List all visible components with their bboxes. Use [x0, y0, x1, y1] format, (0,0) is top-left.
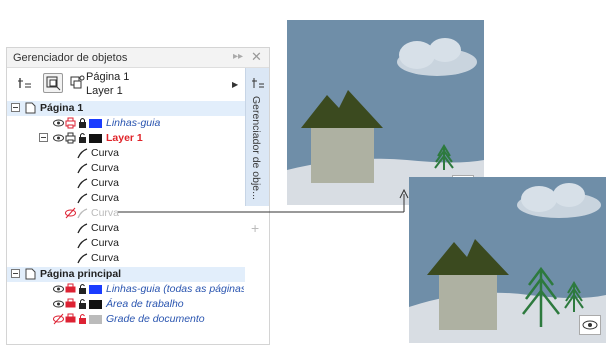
- tree-row-curve-hidden[interactable]: Curva: [7, 206, 245, 221]
- properties-icon: [18, 78, 31, 88]
- tree-row-desktop[interactable]: Área de trabalho: [7, 297, 245, 312]
- page-icon: [25, 268, 36, 280]
- curve-label: Curva: [91, 222, 120, 234]
- master-guides-label: Linhas-guia (todas as páginas): [106, 283, 244, 295]
- layer1-color-swatch: [89, 134, 102, 143]
- eye-icon[interactable]: [53, 132, 64, 144]
- curve-icon: [77, 238, 88, 249]
- new-layer-icon: [70, 75, 85, 89]
- grid-label: Grade de documento: [106, 313, 205, 325]
- tree-row-curve[interactable]: Curva: [7, 236, 245, 251]
- curve-label: Curva: [91, 252, 120, 264]
- printer-icon[interactable]: [65, 283, 76, 295]
- layer1-label: Layer 1: [106, 132, 143, 144]
- eye-icon[interactable]: [53, 283, 64, 295]
- tree-row-curve[interactable]: Curva: [7, 161, 245, 176]
- scene-all-visible: [409, 177, 606, 343]
- panel-title: Gerenciador de objetos: [13, 52, 128, 64]
- curve-icon: [77, 253, 88, 264]
- curve-label: Curva: [91, 192, 120, 204]
- eye-icon: [582, 320, 598, 330]
- panel-toolbar: Página 1 Layer 1 ▶: [7, 68, 245, 100]
- curve-label: Curva: [91, 177, 120, 189]
- curve-icon: [77, 163, 88, 174]
- tree-row-guides[interactable]: Linhas-guia: [7, 116, 245, 131]
- current-layer-label: Layer 1: [86, 85, 123, 97]
- tree-row-curve[interactable]: Curva: [7, 221, 245, 236]
- curve-icon: [77, 223, 88, 234]
- new-layer-button[interactable]: [67, 73, 87, 93]
- eye-icon[interactable]: [53, 298, 64, 310]
- eye-icon[interactable]: [53, 117, 64, 129]
- tree-row-curve[interactable]: Curva: [7, 251, 245, 266]
- add-docker-icon[interactable]: +: [251, 220, 259, 236]
- curve-label: Curva: [91, 237, 120, 249]
- expand-icon[interactable]: [11, 103, 20, 112]
- tree-row-page1[interactable]: Página 1: [7, 101, 245, 116]
- printer-icon[interactable]: [65, 298, 76, 310]
- scene-illustration: [409, 183, 606, 343]
- tree-row-curve[interactable]: Curva: [7, 176, 245, 191]
- side-tab-label: Gerenciador de obje...: [250, 96, 262, 200]
- page1-label: Página 1: [40, 102, 84, 114]
- curve-icon: [77, 148, 88, 159]
- curve-icon: [77, 193, 88, 204]
- side-docker-tab[interactable]: Gerenciador de obje...: [245, 68, 269, 206]
- close-icon[interactable]: ✕: [251, 49, 262, 65]
- curve-label: Curva: [91, 162, 120, 174]
- printer-icon[interactable]: [65, 132, 76, 144]
- eye-hidden-icon[interactable]: [65, 207, 76, 219]
- layer-manager-view-button[interactable]: [43, 73, 63, 93]
- lock-icon[interactable]: [77, 313, 88, 325]
- master-guides-color-swatch: [89, 285, 102, 294]
- tree-row-curve[interactable]: Curva: [7, 146, 245, 161]
- printer-icon[interactable]: [65, 313, 76, 325]
- tree-row-layer1[interactable]: Layer 1: [7, 131, 245, 146]
- tree-row-grid[interactable]: Grade de documento: [7, 312, 245, 327]
- object-manager-panel: Gerenciador de objetos ▸▸ ✕ Página 1 Lay…: [6, 47, 270, 345]
- page-icon: [25, 102, 36, 114]
- desktop-color-swatch: [89, 300, 102, 309]
- lock-icon[interactable]: [77, 117, 88, 129]
- lock-icon[interactable]: [77, 298, 88, 310]
- curve-icon: [77, 178, 88, 189]
- guides-label: Linhas-guia: [106, 117, 161, 129]
- tree-row-master-page[interactable]: Página principal: [7, 267, 245, 282]
- grid-color-swatch: [89, 315, 102, 324]
- master-page-label: Página principal: [40, 268, 122, 280]
- tree-row-master-guides[interactable]: Linhas-guia (todas as páginas): [7, 282, 245, 297]
- eye-visible-indicator: [579, 315, 601, 335]
- curve-icon: [77, 208, 88, 219]
- eye-hidden-icon[interactable]: [53, 313, 64, 325]
- expand-icon[interactable]: [11, 269, 20, 278]
- double-chevron-right-icon[interactable]: ▸▸: [233, 51, 243, 62]
- guides-color-swatch: [89, 119, 102, 128]
- desktop-label: Área de trabalho: [106, 298, 184, 310]
- curve-label: Curva: [91, 147, 120, 159]
- properties-icon: [252, 78, 264, 88]
- tree-row-curve[interactable]: Curva: [7, 191, 245, 206]
- page-layer-dropdown-icon[interactable]: ▶: [232, 80, 238, 89]
- printer-icon[interactable]: [65, 117, 76, 129]
- curve-label-hidden: Curva: [91, 207, 120, 219]
- lock-icon[interactable]: [77, 132, 88, 144]
- show-properties-button[interactable]: [15, 73, 35, 93]
- layers-view-icon: [46, 76, 61, 91]
- current-page-label: Página 1: [86, 71, 130, 83]
- lock-icon[interactable]: [77, 283, 88, 295]
- expand-icon[interactable]: [39, 133, 48, 142]
- panel-title-bar: Gerenciador de objetos ▸▸ ✕: [7, 48, 269, 68]
